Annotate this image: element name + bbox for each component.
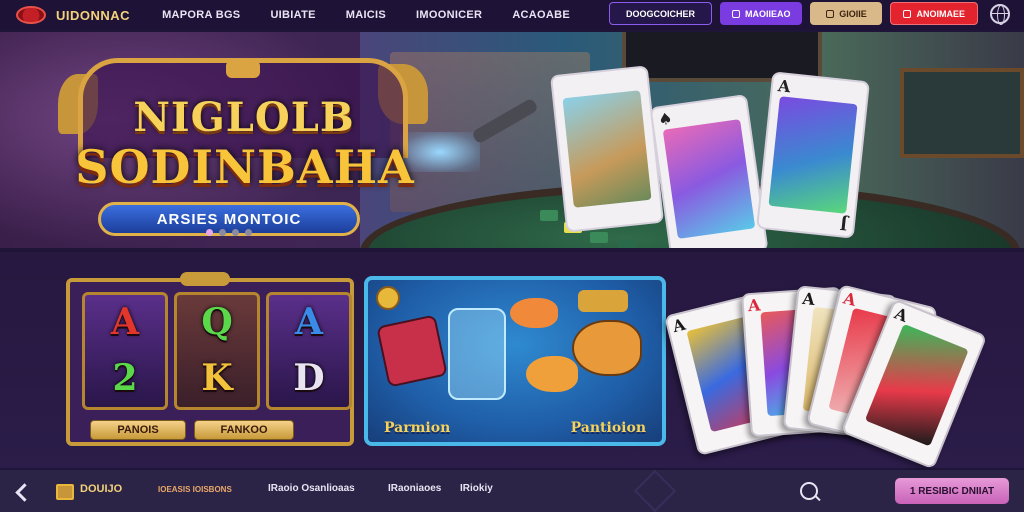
slot-game-tile[interactable]: A 2 Q K A D PANOIS FANKOO bbox=[66, 272, 354, 446]
fish-icon bbox=[572, 320, 642, 376]
slot-ornament bbox=[180, 272, 230, 286]
purple-action-label: MAOIIEAO bbox=[744, 8, 791, 19]
square-icon bbox=[826, 9, 835, 18]
hero-card-creature bbox=[550, 65, 664, 233]
coin-stack-icon bbox=[578, 290, 628, 312]
hero-monitor-right bbox=[900, 68, 1024, 158]
table-chip bbox=[540, 210, 558, 221]
bottom-home-link[interactable]: DOUIJO bbox=[80, 483, 122, 495]
square-icon bbox=[903, 9, 912, 18]
nav-link-1[interactable]: MAPORA BGS bbox=[162, 9, 240, 21]
nav-link-3[interactable]: MAICIS bbox=[346, 9, 386, 21]
glass-tank bbox=[448, 308, 506, 400]
fan-card-art bbox=[864, 323, 969, 447]
tan-action-label: GIOIIE bbox=[839, 8, 867, 19]
slot-symbol: Q bbox=[201, 301, 233, 343]
bottom-link-3[interactable]: IRiokiy bbox=[460, 483, 493, 494]
casino-home-page: UIDONNAC MAPORA BGS UIBIATE MAICIS IMOON… bbox=[0, 0, 1024, 512]
top-navbar: UIDONNAC MAPORA BGS UIBIATE MAICIS IMOON… bbox=[0, 0, 1024, 30]
language-globe-icon[interactable] bbox=[990, 3, 1010, 25]
fish-label-right[interactable]: Pantioion bbox=[571, 420, 646, 436]
carousel-dots bbox=[206, 229, 258, 236]
hero-title-line1: NIGLOLB bbox=[133, 94, 355, 141]
hero-title-panel: NIGLOLB SODINBAHA ARSIES MONTOIC bbox=[48, 52, 428, 248]
bottom-bar: DOUIJO IOEASIS IOISBONS IRaoio Osanlioaa… bbox=[0, 469, 1024, 512]
bottom-link-1[interactable]: IRaoio Osanlioaas bbox=[268, 483, 355, 494]
bottom-tag: IOEASIS IOISBONS bbox=[158, 485, 232, 494]
nav-actions: DOOGCOICHER MAOIIEAO GIOIIE ANOIMAEE bbox=[601, 2, 1010, 25]
card-rank: A bbox=[801, 288, 816, 309]
slot-symbol: A bbox=[295, 301, 323, 343]
brand-logo[interactable]: UIDONNAC bbox=[16, 6, 130, 24]
back-chevron-icon[interactable] bbox=[12, 482, 32, 502]
card-rank: A bbox=[777, 76, 792, 97]
hero-banner[interactable]: NIGLOLB SODINBAHA ARSIES MONTOIC ♠ A J bbox=[0, 32, 1024, 248]
table-chip bbox=[618, 240, 636, 248]
box-icon bbox=[56, 484, 74, 500]
slot-label-right[interactable]: FANKOO bbox=[194, 420, 294, 440]
slot-reel: A 2 bbox=[82, 292, 168, 410]
outline-action-button[interactable]: DOOGCOICHER bbox=[608, 2, 712, 25]
red-action-button[interactable]: ANOIMAEE bbox=[890, 2, 978, 25]
card-rank: A bbox=[841, 288, 859, 310]
slot-label-left[interactable]: PANOIS bbox=[90, 420, 186, 440]
nav-link-5[interactable]: ACAOABE bbox=[512, 9, 570, 21]
bottom-cta-button[interactable]: 1 RESIBIC DNIIAT bbox=[895, 478, 1009, 504]
lips-logo-icon bbox=[16, 6, 46, 24]
fish-icon bbox=[526, 356, 578, 392]
card-rank-bottom: J bbox=[839, 214, 849, 234]
slot-reel: Q K bbox=[174, 292, 260, 410]
bottom-link-2[interactable]: IRaoniaoes bbox=[388, 483, 441, 494]
fish-icon bbox=[376, 314, 448, 388]
hero-ribbon-label: ARSIES MONTOIC bbox=[156, 210, 302, 228]
slot-reel: A D bbox=[266, 292, 352, 410]
main-nav: MAPORA BGS UIBIATE MAICIS IMOONICER ACAO… bbox=[162, 9, 600, 21]
card-rank: A bbox=[670, 314, 688, 337]
hero-card-art bbox=[768, 96, 858, 214]
nav-link-2[interactable]: UIBIATE bbox=[270, 9, 315, 21]
hero-title-line2: SODINBAHA bbox=[75, 140, 415, 194]
brand-name: UIDONNAC bbox=[56, 7, 131, 23]
slot-symbol: K bbox=[201, 357, 233, 399]
card-rank: A bbox=[891, 303, 911, 326]
games-row: A 2 Q K A D PANOIS FANKOO Parmion Pantio… bbox=[0, 252, 1024, 470]
fish-game-tile[interactable]: Parmion Pantioion bbox=[364, 276, 666, 446]
square-icon bbox=[731, 9, 740, 18]
slot-symbol: D bbox=[293, 357, 325, 399]
gem-icon bbox=[226, 60, 260, 78]
carousel-dot[interactable] bbox=[206, 229, 213, 236]
hero-card-art bbox=[662, 119, 756, 239]
fish-label-left[interactable]: Parmion bbox=[384, 420, 450, 436]
purple-action-button[interactable]: MAOIIEAO bbox=[719, 2, 803, 25]
search-icon[interactable] bbox=[800, 482, 818, 500]
slot-symbol: A bbox=[111, 301, 139, 343]
carousel-dot[interactable] bbox=[232, 229, 239, 236]
carousel-dot[interactable] bbox=[219, 229, 226, 236]
slot-symbol: 2 bbox=[112, 357, 138, 399]
hero-card-ace: A J bbox=[756, 71, 870, 239]
nav-link-4[interactable]: IMOONICER bbox=[416, 9, 482, 21]
tan-action-button[interactable]: GIOIIE bbox=[810, 2, 883, 25]
coin-icon bbox=[376, 286, 400, 310]
red-action-label: ANOIMAEE bbox=[916, 8, 965, 19]
hero-card-dragon: ♠ bbox=[649, 93, 769, 248]
card-spade-icon: ♠ bbox=[656, 108, 674, 130]
card-rank: A bbox=[747, 295, 762, 316]
table-chip bbox=[590, 232, 608, 243]
carousel-dot[interactable] bbox=[245, 229, 252, 236]
hero-card-art bbox=[562, 90, 652, 208]
diamond-decoration bbox=[633, 469, 677, 512]
fish-icon bbox=[510, 298, 558, 328]
